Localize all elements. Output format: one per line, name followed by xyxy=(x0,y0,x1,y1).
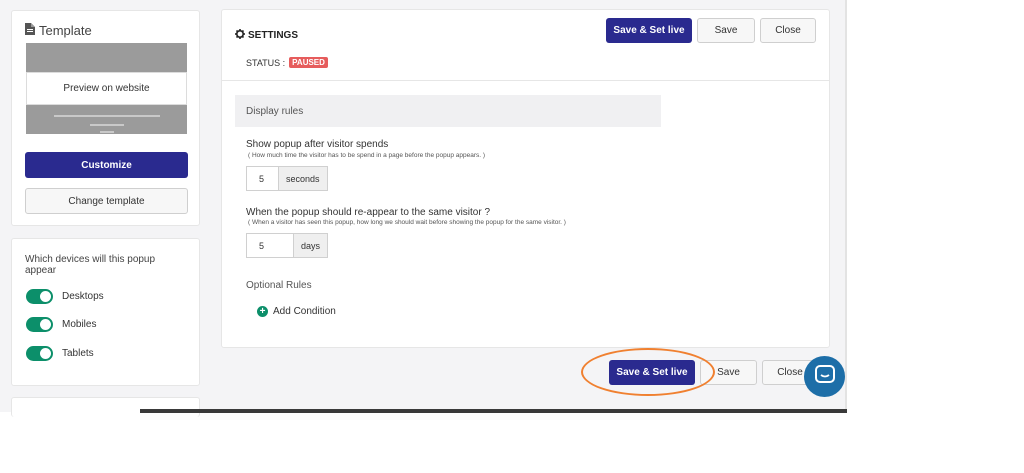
customize-button[interactable]: Customize xyxy=(25,152,188,178)
device-label: Mobiles xyxy=(62,319,97,330)
document-icon xyxy=(25,23,39,38)
devices-question: Which devices will this popup appear xyxy=(25,254,156,276)
devices-card: Which devices will this popup appear Des… xyxy=(11,238,200,386)
highlight-annotation xyxy=(581,348,715,396)
header-divider xyxy=(222,80,829,81)
gear-icon xyxy=(235,29,248,42)
status-badge: PAUSED xyxy=(289,57,328,68)
save-button[interactable]: Save xyxy=(697,18,755,43)
scrollbar-edge xyxy=(845,0,847,412)
seconds-unit: seconds xyxy=(279,166,328,191)
seconds-input[interactable]: 5 xyxy=(246,166,279,191)
settings-title: SETTINGS xyxy=(248,30,299,41)
plus-circle-icon: + xyxy=(257,306,268,317)
device-label: Tablets xyxy=(62,348,94,359)
template-card: Template Preview on website Customize Ch… xyxy=(11,10,200,226)
days-input[interactable]: 5 xyxy=(246,233,294,258)
optional-rules-label: Optional Rules xyxy=(246,280,312,291)
add-condition-label: Add Condition xyxy=(273,306,336,317)
preview-placeholder-line xyxy=(54,115,160,117)
tablets-toggle[interactable] xyxy=(26,346,53,361)
device-row-desktops: Desktops xyxy=(26,289,104,304)
template-heading: Template xyxy=(25,23,92,38)
preview-placeholder-line xyxy=(90,124,124,126)
settings-card: SETTINGS STATUS : PAUSED Save & Set live… xyxy=(221,9,830,348)
save-and-set-live-button[interactable]: Save & Set live xyxy=(606,18,692,43)
preview-on-website-button[interactable]: Preview on website xyxy=(26,72,187,105)
settings-heading: SETTINGS xyxy=(235,29,298,42)
window-bottom-bar xyxy=(140,409,847,413)
device-row-mobiles: Mobiles xyxy=(26,317,96,332)
time-on-page-field: 5 seconds xyxy=(246,166,328,191)
device-label: Desktops xyxy=(62,291,104,302)
days-unit: days xyxy=(294,233,329,258)
template-preview: Preview on website xyxy=(26,43,187,134)
next-card-stub xyxy=(11,397,200,417)
reappear-field: 5 days xyxy=(246,233,329,258)
device-row-tablets: Tablets xyxy=(26,346,94,361)
chat-launcher[interactable] xyxy=(804,356,845,397)
close-button[interactable]: Close xyxy=(760,18,816,43)
time-on-page-hint: ( How much time the visitor has to be sp… xyxy=(248,152,486,159)
mobiles-toggle[interactable] xyxy=(26,317,53,332)
reappear-label: When the popup should re-appear to the s… xyxy=(246,207,491,218)
add-condition-button[interactable]: + Add Condition xyxy=(257,306,336,317)
status-label: STATUS : xyxy=(246,57,286,68)
status-row: STATUS : PAUSED xyxy=(246,57,328,68)
reappear-hint: ( When a visitor has seen this popup, ho… xyxy=(248,219,566,226)
time-on-page-label: Show popup after visitor spends xyxy=(246,139,389,150)
chat-icon xyxy=(814,365,835,388)
desktops-toggle[interactable] xyxy=(26,289,53,304)
template-title: Template xyxy=(39,23,92,38)
change-template-button[interactable]: Change template xyxy=(25,188,188,214)
display-rules-header: Display rules xyxy=(235,95,661,127)
preview-placeholder-line xyxy=(100,131,114,133)
